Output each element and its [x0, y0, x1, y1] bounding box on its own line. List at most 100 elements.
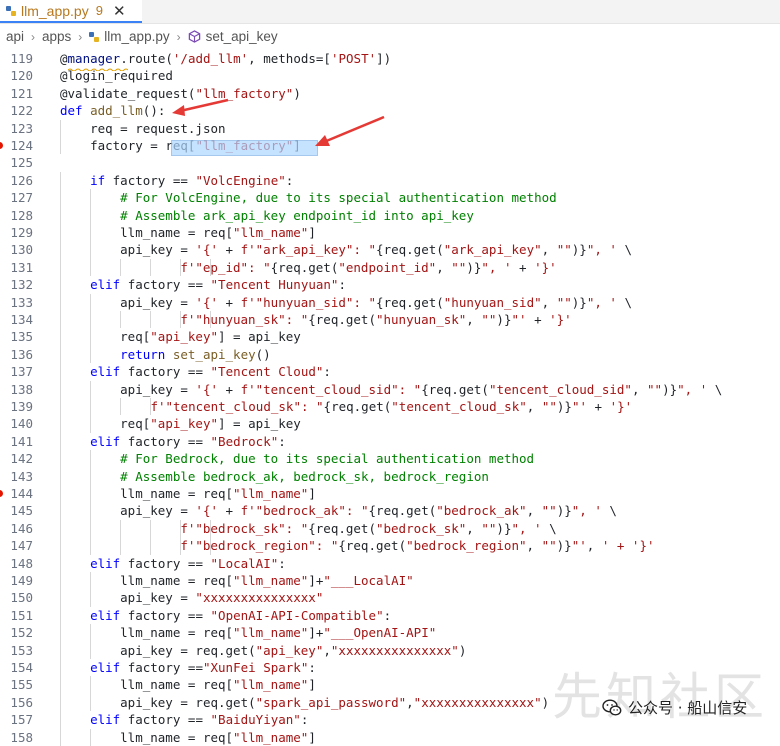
code-token: , — [406, 694, 414, 710]
code-token: elif — [90, 277, 128, 293]
code-line[interactable]: 146 f'"bedrock_sk": "{req.get("bedrock_sk… — [0, 519, 780, 538]
code-text: api_key = '{' + f'"tencent_cloud_sid": "… — [120, 381, 722, 398]
code-token: {req.get( — [338, 538, 407, 554]
code-line[interactable]: 138 api_key = '{' + f'"tencent_cloud_sid"… — [0, 380, 780, 398]
code-line[interactable]: 149 llm_name = req["llm_name"]+"___LocalA… — [0, 572, 780, 590]
code-text: req = request.json — [90, 120, 225, 137]
code-token: add_llm — [90, 103, 143, 119]
tab-llm-app-py[interactable]: llm_app.py 9 ✕ — [0, 0, 142, 23]
code-token: llm_name = req[ — [120, 225, 234, 240]
code-line[interactable]: 139 f'"tencent_cloud_sk": "{req.get("tenc… — [0, 398, 780, 416]
indent-guide — [150, 519, 152, 538]
code-line[interactable]: 125 — [0, 154, 780, 171]
code-line[interactable]: 137 elif factory == "Tencent Cloud": — [0, 363, 780, 381]
indent-guide — [60, 606, 62, 625]
code-line[interactable]: 131 f'"ep_id": "{req.get("endpoint_id", "… — [0, 258, 780, 277]
code-token: "api_key" — [150, 416, 218, 432]
code-token: + — [511, 259, 535, 275]
code-line[interactable]: 128 # Assemble ark_api_key endpoint_id in… — [0, 206, 780, 224]
indent-guide — [60, 380, 62, 398]
code-token: : — [278, 555, 286, 571]
code-token: )} — [556, 503, 572, 519]
code-token: llm_name = req[ — [120, 573, 234, 588]
code-token: '/add_llm' — [172, 51, 249, 66]
code-line[interactable]: 121 @validate_request("llm_factory") — [0, 85, 780, 102]
breadcrumb-item-apps[interactable]: apps — [42, 29, 71, 44]
annotation-arrow-icon — [315, 115, 385, 146]
code-token: : — [383, 607, 392, 623]
code-line[interactable]: 150 api_key = "xxxxxxxxxxxxxxx" — [0, 589, 780, 607]
line-number: 131 — [10, 259, 33, 275]
indent-guide — [60, 728, 62, 746]
code-token: , — [541, 242, 557, 258]
code-line[interactable]: 119 @manager.route('/add_llm', methods=['… — [0, 50, 780, 67]
code-token: "bedrock_ak" — [436, 503, 527, 519]
code-line[interactable]: 132 elif factory == "Tencent Hunyuan": — [0, 276, 780, 294]
code-line[interactable]: 144 llm_name = req["llm_name"] — [0, 485, 780, 503]
breadcrumb-item-symbol[interactable]: set_api_key — [206, 29, 278, 44]
code-token: ", ' — [677, 381, 708, 397]
code-line[interactable]: 143 # Assemble bedrock_ak, bedrock_sk, be… — [0, 467, 780, 485]
code-line[interactable]: 135 req["api_key"] = api_key — [0, 328, 780, 346]
code-line[interactable]: 151 elif factory == "OpenAI-API-Compatibl… — [0, 606, 780, 625]
close-icon[interactable]: ✕ — [113, 2, 126, 20]
indent-guide — [60, 258, 62, 277]
code-line[interactable]: 134 f'"hunyuan_sk": "{req.get("hunyuan_sk… — [0, 311, 780, 329]
breadcrumb-item-file[interactable]: llm_app.py — [104, 29, 169, 44]
code-token: "llm_name" — [233, 225, 309, 240]
code-line[interactable]: 129 llm_name = req["llm_name"] — [0, 224, 780, 242]
code-line[interactable]: 126 if factory == "VolcEngine": — [0, 171, 780, 190]
code-token: , — [436, 259, 452, 275]
code-line[interactable]: 140 req["api_key"] = api_key — [0, 415, 780, 433]
code-token: \ — [541, 520, 557, 536]
code-line[interactable]: 152 llm_name = req["llm_name"]+"___OpenAI… — [0, 624, 780, 642]
code-line[interactable]: 133 api_key = '{' + f'"hunyuan_sid": "{re… — [0, 293, 780, 311]
code-line[interactable]: 142 # For Bedrock, due to its special aut… — [0, 450, 780, 468]
code-token: # Assemble bedrock_ak, bedrock_sk, bedro… — [120, 468, 489, 484]
indent-guide — [90, 241, 92, 259]
code-text: f'"bedrock_region": "{req.get("bedrock_r… — [180, 537, 654, 554]
code-token: api_key = — [120, 590, 196, 606]
symbol-method-icon — [188, 30, 200, 43]
indent-guide — [90, 450, 92, 468]
code-token: "ark_api_key" — [443, 242, 542, 258]
line-number: 146 — [10, 520, 33, 536]
code-token: '{' — [195, 381, 218, 397]
code-line[interactable]: 124factory = req["llm_factory"] — [0, 137, 780, 155]
code-token: ", ' — [481, 259, 512, 275]
code-token: "LocalAI" — [210, 555, 279, 571]
indent-guide — [90, 589, 92, 607]
python-file-icon — [6, 5, 16, 16]
code-line[interactable]: 141 elif factory == "Bedrock": — [0, 432, 780, 451]
code-line[interactable]: 148 elif factory == "LocalAI": — [0, 554, 780, 572]
code-text: llm_name = req["llm_name"]+"___LocalAI" — [120, 572, 414, 589]
code-token: {req.get( — [376, 294, 444, 310]
code-token: {req.get( — [368, 503, 437, 519]
line-number: 142 — [10, 451, 33, 467]
line-number: 140 — [10, 416, 33, 432]
code-text: f'"ep_id": "{req.get("endpoint_id", "")}… — [180, 259, 556, 276]
indent-guide — [60, 659, 62, 677]
indent-guide — [90, 641, 92, 659]
code-token: "" — [541, 503, 557, 519]
indent-guide — [90, 328, 92, 346]
code-line[interactable]: 136 return set_api_key() — [0, 345, 780, 364]
code-token: , — [526, 538, 542, 554]
breadcrumb-item-api[interactable]: api — [6, 29, 24, 44]
indent-guide — [90, 206, 92, 224]
code-line[interactable]: 127 # For VolcEngine, due to its special … — [0, 189, 780, 207]
code-line[interactable]: 130 api_key = '{' + f'"ark_api_key": "{re… — [0, 241, 780, 259]
code-token: ) — [458, 642, 467, 658]
code-token: "llm_name" — [233, 486, 309, 501]
code-line[interactable]: 145 api_key = '{' + f'"bedrock_ak": "{req… — [0, 502, 780, 520]
code-text: llm_name = req["llm_name"] — [120, 676, 316, 693]
code-token: f'"tencent_cloud_sk": " — [150, 399, 324, 414]
code-token: api_key = — [120, 242, 196, 258]
code-line[interactable]: 123 req = request.json — [0, 119, 780, 137]
code-token: "" — [541, 399, 557, 414]
code-token: )} — [571, 294, 587, 310]
code-line[interactable]: 122 def add_llm(): — [0, 102, 780, 119]
line-number: 130 — [10, 242, 33, 258]
code-text: llm_name = req["llm_name"] — [120, 729, 316, 746]
code-line[interactable]: 147 f'"bedrock_region": "{req.get("bedroc… — [0, 537, 780, 555]
